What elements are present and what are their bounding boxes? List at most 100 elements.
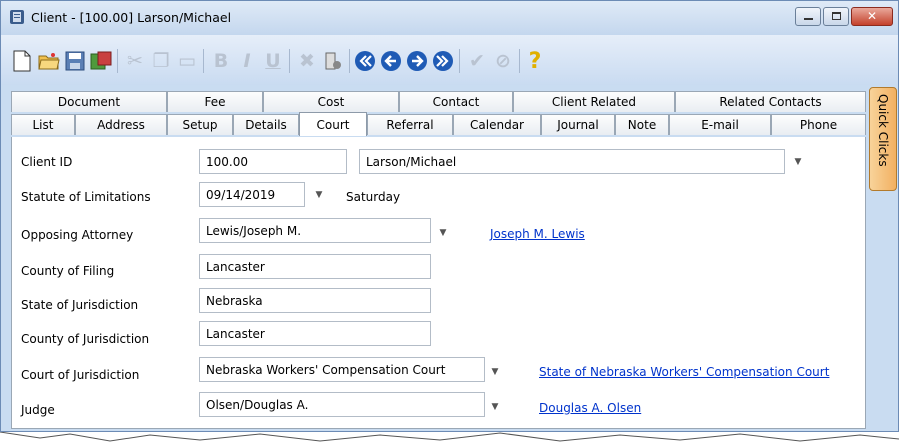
tab-label: Cost — [317, 95, 345, 109]
cut-icon[interactable]: ✂ — [123, 49, 147, 73]
client-name-field[interactable]: Larson/Michael — [359, 149, 785, 174]
torn-edge-decoration — [0, 432, 899, 444]
tab-contact[interactable]: Contact — [399, 91, 513, 112]
client-dropdown-icon[interactable]: ▼ — [789, 149, 807, 174]
tab-calendar[interactable]: Calendar — [453, 114, 541, 135]
first-record-icon[interactable] — [353, 49, 377, 73]
open-folder-icon[interactable] — [37, 49, 61, 73]
window-title: Client - [100.00] Larson/Michael — [31, 10, 232, 25]
court-dropdown-icon[interactable]: ▼ — [486, 359, 504, 384]
tab-cost[interactable]: Cost — [263, 91, 399, 112]
toolbar: ✂ ❐ ▭ B I U ✖ ✔ ⊘ ? — [1, 35, 898, 85]
court-of-jurisdiction-field[interactable]: Nebraska Workers' Compensation Court — [199, 357, 485, 382]
tab-label: Setup — [182, 118, 218, 132]
state-of-jurisdiction-field[interactable]: Nebraska — [199, 288, 431, 313]
tab-court[interactable]: Court — [299, 112, 367, 136]
next-record-icon[interactable] — [405, 49, 429, 73]
last-record-icon[interactable] — [431, 49, 455, 73]
tab-control: Document Fee Cost Contact Client Related… — [11, 89, 866, 429]
tab-label: Related Contacts — [719, 95, 822, 109]
new-document-icon[interactable] — [10, 49, 34, 73]
toolbar-separator — [203, 49, 204, 73]
quick-clicks-tab[interactable]: Quick Clicks — [869, 87, 897, 191]
opposing-attorney-field[interactable]: Lewis/Joseph M. — [199, 218, 431, 243]
italic-icon[interactable]: I — [235, 49, 259, 73]
tab-details[interactable]: Details — [233, 114, 299, 135]
tab-label: Phone — [799, 118, 838, 132]
close-button[interactable]: ✕ — [851, 7, 893, 26]
quick-clicks-label: Quick Clicks — [876, 94, 890, 167]
toolbar-separator — [519, 49, 520, 73]
save-close-icon[interactable] — [89, 49, 113, 73]
tab-address[interactable]: Address — [75, 114, 167, 135]
court-of-jurisdiction-link[interactable]: State of Nebraska Workers' Compensation … — [539, 365, 829, 379]
print-icon[interactable] — [321, 49, 345, 73]
tab-label: Court — [316, 117, 350, 132]
paste-icon[interactable]: ▭ — [175, 49, 199, 73]
client-app-icon — [10, 10, 24, 24]
maximize-button[interactable] — [823, 7, 849, 26]
judge-link[interactable]: Douglas A. Olsen — [539, 401, 641, 415]
tab-label: Referral — [386, 118, 434, 132]
tab-note[interactable]: Note — [615, 114, 669, 135]
statute-label: Statute of Limitations — [21, 190, 151, 204]
tab-label: Client Related — [551, 95, 637, 109]
court-tab-panel: Client ID 100.00 Larson/Michael ▼ Statut… — [11, 137, 866, 429]
tab-list[interactable]: List — [11, 114, 75, 135]
help-icon[interactable]: ? — [523, 49, 547, 74]
tab-journal[interactable]: Journal — [541, 114, 615, 135]
tab-row-upper: Document Fee Cost Contact Client Related… — [11, 91, 866, 113]
judge-label: Judge — [21, 403, 55, 417]
tab-setup[interactable]: Setup — [167, 114, 233, 135]
statute-date-field[interactable]: 09/14/2019 — [199, 182, 305, 207]
calendar-dropdown-icon[interactable]: ▼ — [310, 182, 328, 207]
save-icon[interactable] — [63, 49, 87, 73]
state-of-jurisdiction-label: State of Jurisdiction — [21, 298, 139, 312]
tab-phone[interactable]: Phone — [771, 114, 866, 135]
tab-label: List — [32, 118, 54, 132]
tab-row-lower: List Address Setup Details Court Referra… — [11, 112, 866, 136]
county-of-jurisdiction-field[interactable]: Lancaster — [199, 321, 431, 346]
opposing-attorney-link[interactable]: Joseph M. Lewis — [490, 227, 585, 241]
previous-record-icon[interactable] — [379, 49, 403, 73]
tab-label: Contact — [432, 95, 480, 109]
client-id-label: Client ID — [21, 155, 73, 169]
underline-icon[interactable]: U — [261, 49, 285, 73]
judge-dropdown-icon[interactable]: ▼ — [486, 394, 504, 419]
judge-field[interactable]: Olsen/Douglas A. — [199, 392, 485, 417]
county-of-filing-label: County of Filing — [21, 264, 115, 278]
minimize-icon — [804, 18, 813, 20]
minimize-button[interactable] — [795, 7, 821, 26]
check-icon[interactable]: ✔ — [465, 49, 489, 73]
tab-label: Note — [627, 118, 657, 132]
tab-client-related[interactable]: Client Related — [513, 91, 675, 112]
tab-label: E-mail — [701, 118, 739, 132]
tab-fee[interactable]: Fee — [167, 91, 263, 112]
tab-label: Address — [97, 118, 145, 132]
delete-icon[interactable]: ✖ — [295, 49, 319, 73]
court-of-jurisdiction-label: Court of Jurisdiction — [21, 368, 140, 382]
cancel-icon[interactable]: ⊘ — [491, 49, 515, 73]
county-of-jurisdiction-label: County of Jurisdiction — [21, 332, 150, 346]
attorney-dropdown-icon[interactable]: ▼ — [434, 220, 452, 245]
tab-label: Journal — [557, 118, 599, 132]
client-id-field[interactable]: 100.00 — [199, 149, 347, 174]
tab-email[interactable]: E-mail — [669, 114, 771, 135]
toolbar-separator — [459, 49, 460, 73]
statute-day-text: Saturday — [346, 190, 401, 204]
tab-label: Calendar — [470, 118, 524, 132]
tab-label: Details — [245, 118, 287, 132]
tab-related-contacts[interactable]: Related Contacts — [675, 91, 866, 112]
tab-label: Fee — [204, 95, 226, 109]
copy-icon[interactable]: ❐ — [149, 49, 173, 73]
toolbar-separator — [289, 49, 290, 73]
maximize-icon — [832, 12, 841, 20]
close-icon: ✕ — [866, 9, 878, 23]
title-bar: Client - [100.00] Larson/Michael ✕ — [1, 1, 898, 35]
toolbar-separator — [117, 49, 118, 73]
bold-icon[interactable]: B — [209, 49, 233, 73]
tab-label: Document — [57, 95, 121, 109]
county-of-filing-field[interactable]: Lancaster — [199, 254, 431, 279]
tab-document[interactable]: Document — [11, 91, 167, 112]
tab-referral[interactable]: Referral — [367, 114, 453, 135]
